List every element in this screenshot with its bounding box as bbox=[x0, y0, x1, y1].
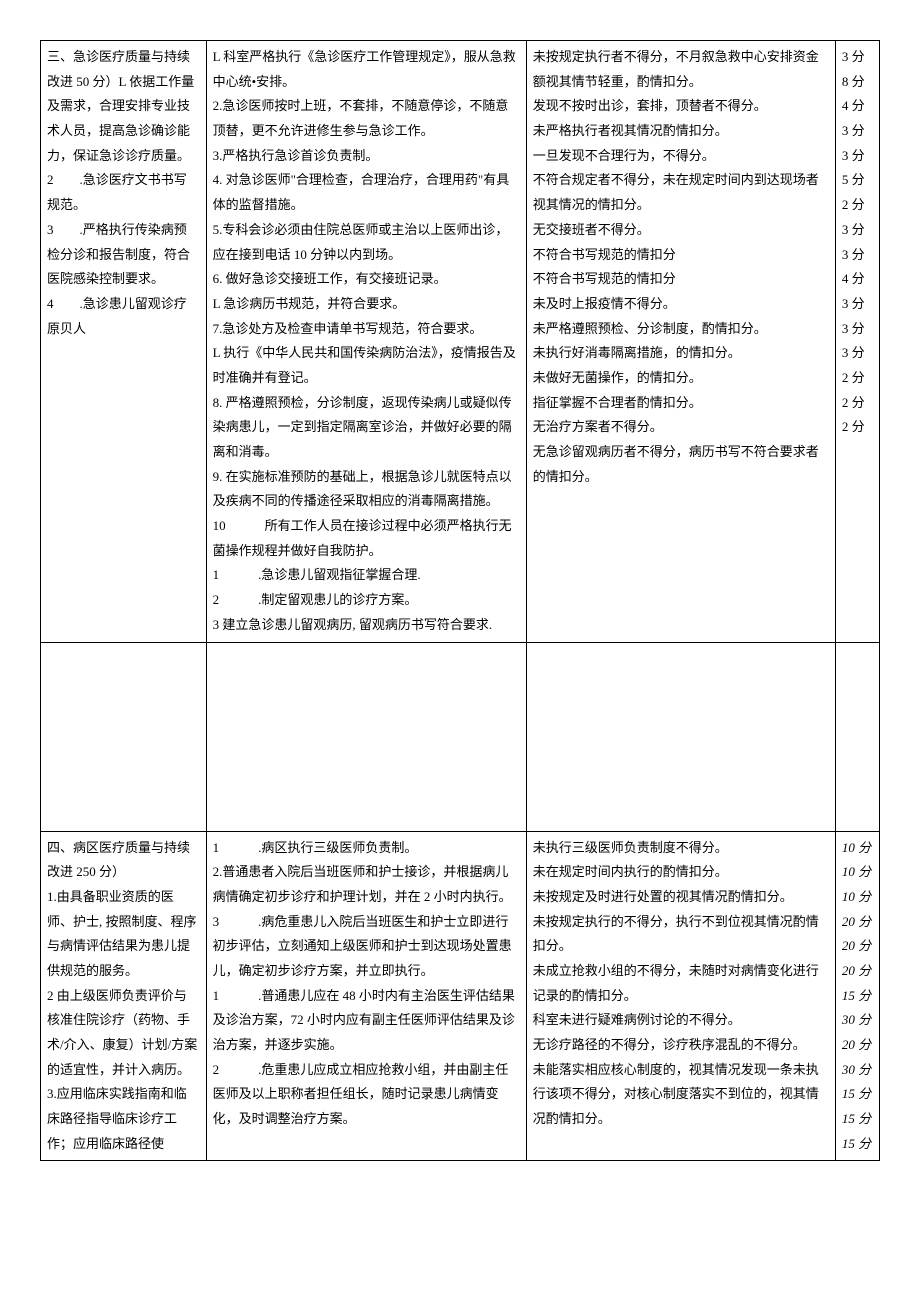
standard-cell: L 科室严格执行《急诊医疗工作管理规定》，服从急救中心统•安排。2.急诊医师按时… bbox=[206, 41, 526, 643]
table-row: 四、病区医疗质量与持续改进 250 分）1.由具备职业资质的医师、护士, 按照制… bbox=[41, 831, 880, 1161]
scoring-cell: 未按规定执行者不得分，不月叙急救中心安排资金额视其情节轻重，酌情扣分。发现不按时… bbox=[526, 41, 835, 643]
criteria-cell: 三、急诊医疗质量与持续改进 50 分）L 依据工作量及需求，合理安排专业技术人员… bbox=[41, 41, 207, 643]
criteria-cell: 四、病区医疗质量与持续改进 250 分）1.由具备职业资质的医师、护士, 按照制… bbox=[41, 831, 207, 1161]
document-page: 三、急诊医疗质量与持续改进 50 分）L 依据工作量及需求，合理安排专业技术人员… bbox=[40, 40, 880, 1161]
points-cell: 3 分8 分4 分3 分3 分5 分2 分3 分3 分4 分3 分3 分3 分2… bbox=[835, 41, 879, 643]
spacer-cell bbox=[41, 642, 207, 831]
evaluation-table: 三、急诊医疗质量与持续改进 50 分）L 依据工作量及需求，合理安排专业技术人员… bbox=[40, 40, 880, 1161]
standard-cell: 1 .病区执行三级医师负责制。2.普通患者入院后当班医师和护士接诊，并根据病儿病… bbox=[206, 831, 526, 1161]
table-row: 三、急诊医疗质量与持续改进 50 分）L 依据工作量及需求，合理安排专业技术人员… bbox=[41, 41, 880, 643]
spacer-cell bbox=[526, 642, 835, 831]
points-cell: 10 分10 分10 分20 分20 分20 分15 分30 分20 分30 分… bbox=[835, 831, 879, 1161]
spacer-cell bbox=[835, 642, 879, 831]
spacer-cell bbox=[206, 642, 526, 831]
scoring-cell: 未执行三级医师负责制度不得分。未在规定时间内执行的酌情扣分。未按规定及时进行处置… bbox=[526, 831, 835, 1161]
spacer-row bbox=[41, 642, 880, 831]
